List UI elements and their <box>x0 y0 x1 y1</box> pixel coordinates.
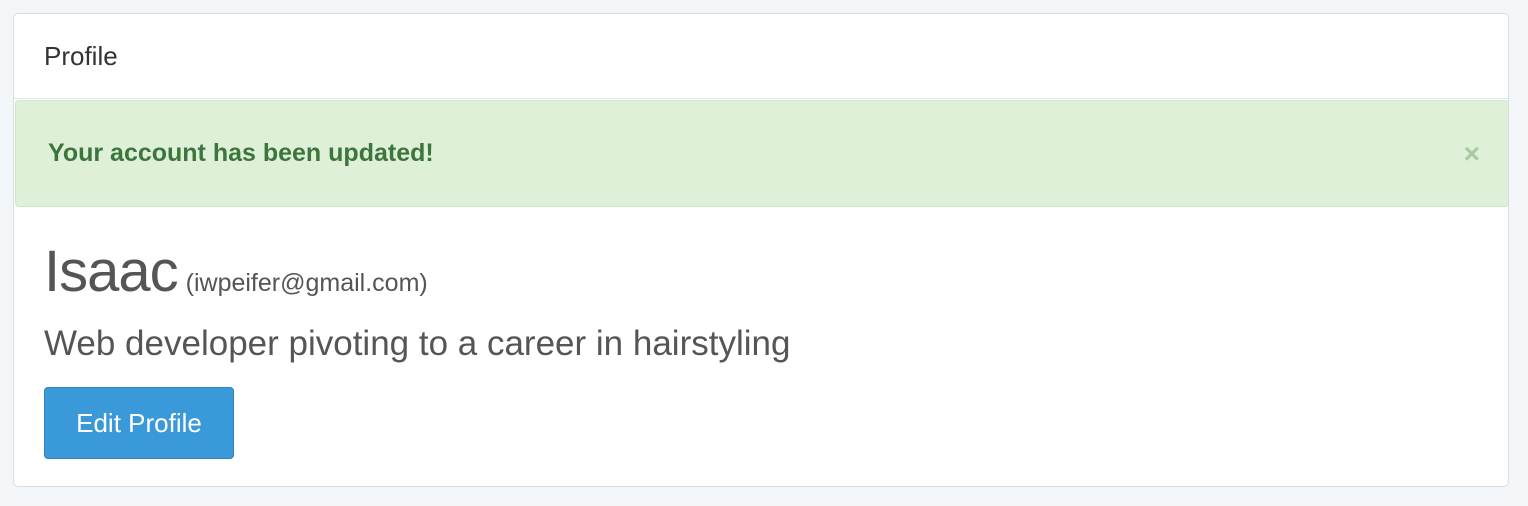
panel-heading: Profile <box>14 14 1508 99</box>
user-name: Isaac <box>44 239 179 304</box>
edit-profile-button[interactable]: Edit Profile <box>44 387 234 459</box>
success-alert: Your account has been updated! × <box>15 100 1508 207</box>
user-name-line: Isaac (iwpeifer@gmail.com) <box>44 242 1478 302</box>
panel-body: Isaac (iwpeifer@gmail.com) Web developer… <box>44 242 1478 459</box>
alert-message: Your account has been updated! <box>48 139 434 167</box>
profile-panel: Profile Your account has been updated! ×… <box>13 13 1509 487</box>
panel-title: Profile <box>44 40 118 71</box>
close-icon[interactable]: × <box>1464 139 1480 168</box>
user-email: (iwpeifer@gmail.com) <box>185 269 428 297</box>
user-bio: Web developer pivoting to a career in ha… <box>44 324 791 363</box>
